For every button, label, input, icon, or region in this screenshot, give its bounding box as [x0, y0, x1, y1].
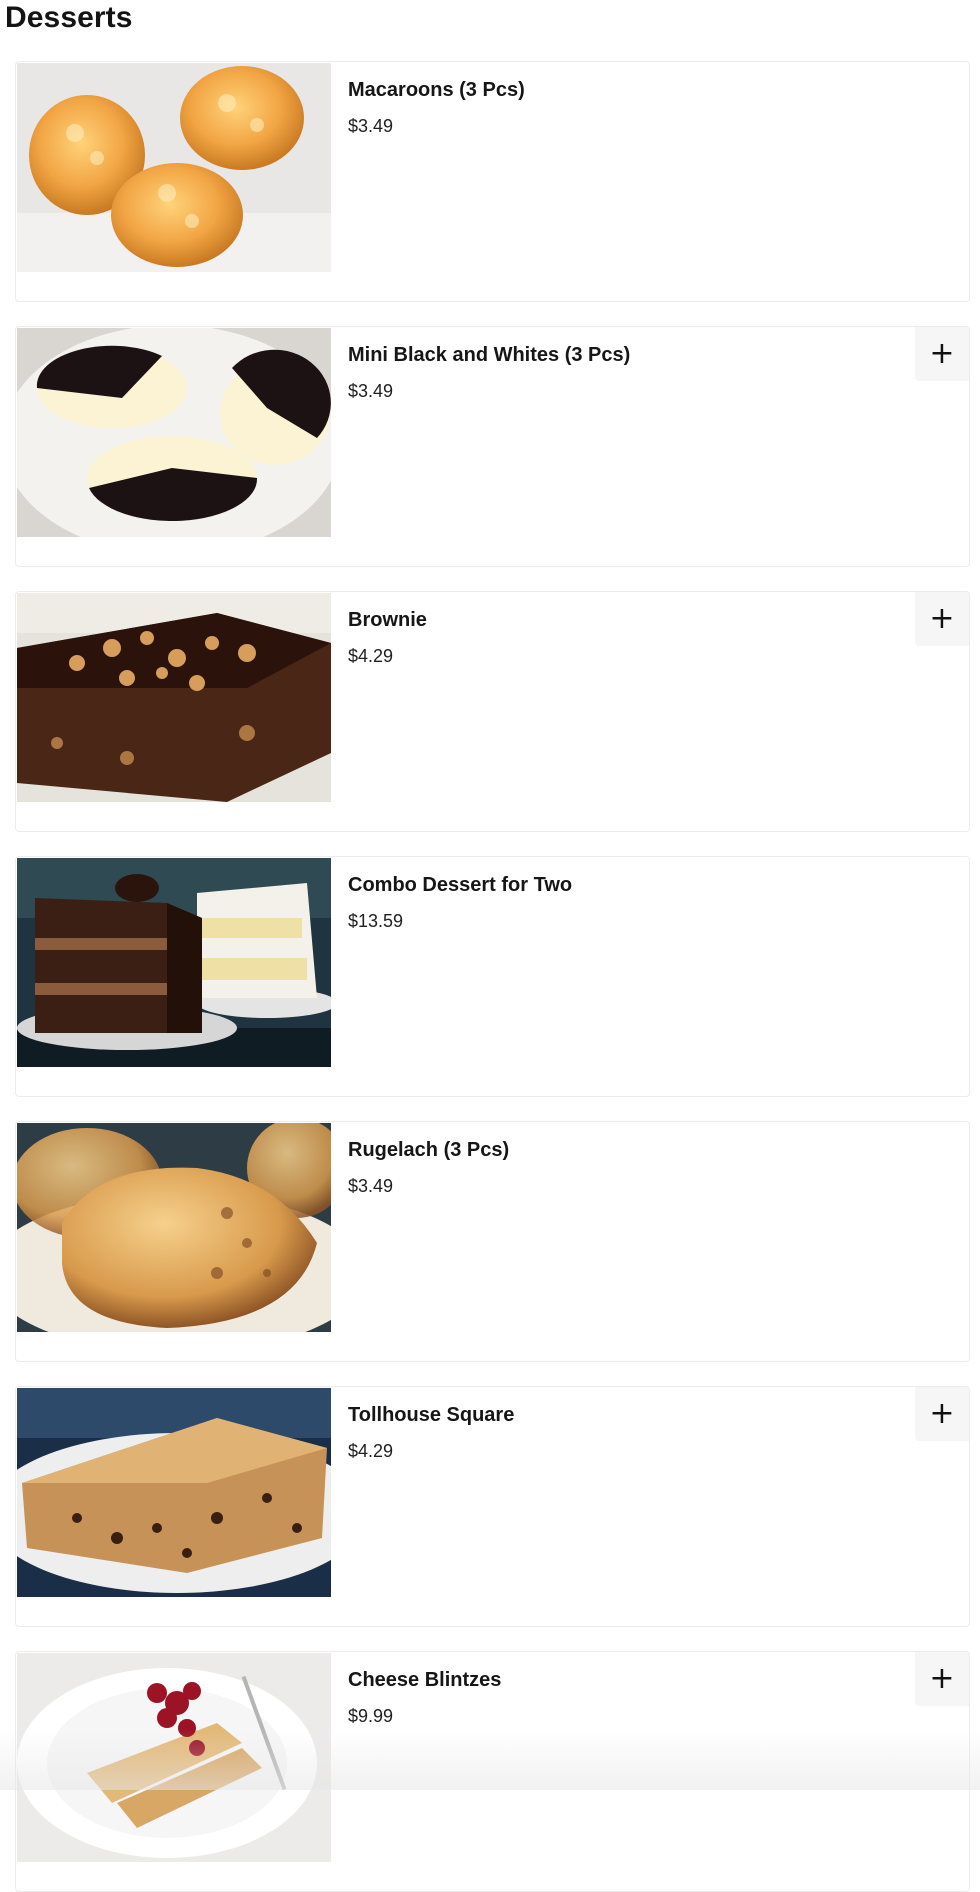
item-price: $3.49	[348, 381, 394, 401]
plus-icon: +	[929, 336, 955, 371]
page-title: Desserts	[5, 1, 133, 34]
menu-item-card[interactable]: Rugelach (3 Pcs) $3.49	[15, 1121, 970, 1362]
item-price: $3.49	[348, 1176, 394, 1196]
plus-icon: +	[929, 1661, 955, 1696]
black-and-white-cookies-photo	[17, 328, 331, 537]
item-name: Rugelach (3 Pcs)	[348, 1139, 510, 1161]
cheese-blintzes-photo	[17, 1653, 331, 1862]
item-name: Macaroons (3 Pcs)	[348, 79, 525, 101]
item-price: $4.29	[348, 1441, 394, 1461]
add-to-cart-button[interactable]: +	[915, 592, 969, 646]
item-price: $9.99	[348, 1706, 394, 1726]
item-name: Combo Dessert for Two	[348, 874, 573, 896]
menu-item-card[interactable]: Cheese Blintzes $9.99 +	[15, 1651, 970, 1892]
item-name: Brownie	[348, 609, 427, 631]
menu-item-card[interactable]: Combo Dessert for Two $13.59	[15, 856, 970, 1097]
item-name: Cheese Blintzes	[348, 1669, 502, 1691]
layer-cakes-photo	[17, 858, 331, 1067]
tollhouse-bar-photo	[17, 1388, 331, 1597]
item-price: $3.49	[348, 116, 394, 136]
menu-item-card[interactable]: Brownie $4.29 +	[15, 591, 970, 832]
item-price: $13.59	[348, 911, 404, 931]
plus-icon: +	[929, 1396, 955, 1431]
item-price: $4.29	[348, 646, 394, 666]
menu-item-card[interactable]: Tollhouse Square $4.29 +	[15, 1386, 970, 1627]
brownie-photo	[17, 593, 331, 802]
add-to-cart-button[interactable]: +	[915, 1652, 969, 1706]
macaroons-photo	[17, 63, 331, 272]
plus-icon: +	[929, 601, 955, 636]
menu-item-card[interactable]: Mini Black and Whites (3 Pcs) $3.49 +	[15, 326, 970, 567]
menu-item-card[interactable]: Macaroons (3 Pcs) $3.49	[15, 61, 970, 302]
item-name: Mini Black and Whites (3 Pcs)	[348, 344, 631, 366]
add-to-cart-button[interactable]: +	[915, 327, 969, 381]
add-to-cart-button[interactable]: +	[915, 1387, 969, 1441]
rugelach-photo	[17, 1123, 331, 1332]
item-name: Tollhouse Square	[348, 1404, 515, 1426]
